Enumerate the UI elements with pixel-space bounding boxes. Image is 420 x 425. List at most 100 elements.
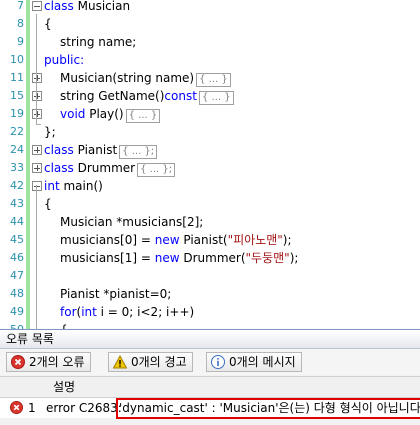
- code-token: );: [282, 233, 292, 247]
- error-list-title: 오류 목록: [6, 332, 54, 346]
- line-number: 44: [10, 215, 24, 228]
- errors-filter-label: 2개의 오류: [29, 355, 85, 369]
- code-text: class Pianist{ ... };: [44, 141, 158, 159]
- error-list-toolbar: 2개의 오류 0개의 경고 0개의 메시지: [0, 349, 420, 375]
- code-token: i = 0; i<2; i++): [96, 305, 195, 319]
- code-keyword: class: [44, 161, 74, 175]
- code-editor[interactable]: 7 class Musician 8{9 string name; 10 public: 1…: [0, 0, 420, 355]
- code-line: 10 public:: [0, 51, 420, 69]
- code-text: {: [44, 195, 52, 213]
- line-number: 10: [10, 53, 24, 66]
- line-number: 8: [17, 17, 24, 30]
- code-text: };: [44, 123, 56, 141]
- code-token: main(): [59, 179, 103, 193]
- code-text: void Play(){ ... }: [60, 105, 161, 123]
- expand-icon[interactable]: [32, 145, 42, 155]
- errors-filter-button[interactable]: 2개의 오류: [6, 352, 91, 372]
- info-icon: [211, 355, 225, 369]
- code-keyword: class: [44, 143, 74, 157]
- code-token: string name;: [60, 35, 137, 49]
- code-text: for(int i = 0; i<2; i++): [60, 303, 194, 321]
- code-token: Musician *musicians[2];: [60, 215, 204, 229]
- collapse-icon[interactable]: [32, 181, 42, 191]
- line-number: 9: [17, 35, 24, 48]
- code-line: 19 void Play(){ ... }: [0, 105, 420, 123]
- line-number: 11: [10, 71, 24, 84]
- fold-guide: [36, 185, 37, 330]
- error-list-title-bar: 오류 목록: [0, 330, 420, 349]
- error-code: error C2683:: [46, 401, 126, 415]
- code-token: Drummer(: [179, 251, 246, 265]
- expand-icon[interactable]: [32, 109, 42, 119]
- line-number: 43: [10, 197, 24, 210]
- code-line: 42 int main(): [0, 177, 420, 195]
- code-token: string GetName(): [60, 89, 165, 103]
- code-token: Drummer: [73, 161, 136, 175]
- error-icon: [10, 401, 23, 414]
- expand-icon[interactable]: [32, 163, 42, 173]
- code-text: int main(): [44, 177, 103, 195]
- code-line: 7 class Musician: [0, 0, 420, 15]
- expand-icon[interactable]: [32, 73, 42, 83]
- error-row-number: 1: [28, 401, 36, 415]
- collapse-icon[interactable]: [32, 1, 42, 11]
- code-token: };: [44, 125, 56, 139]
- fold-guide-end: [36, 124, 41, 125]
- collapsed-region[interactable]: { ... };: [119, 145, 158, 159]
- collapsed-region[interactable]: { ... }: [198, 91, 234, 105]
- line-number: 42: [10, 179, 24, 192]
- code-line: 9 string name;: [0, 33, 420, 51]
- line-number: 19: [10, 107, 24, 120]
- code-line: 48 Pianist *pianist=0;: [0, 285, 420, 303]
- error-icon: [11, 355, 25, 369]
- code-text: musicians[1] = new Drummer("두둥맨");: [60, 249, 298, 267]
- line-number: 49: [10, 305, 24, 318]
- collapsed-region[interactable]: { ... }: [196, 73, 231, 87]
- expand-icon[interactable]: [32, 91, 42, 101]
- line-number: 33: [10, 161, 24, 174]
- code-line: 33 class Drummer{ ... };: [0, 159, 420, 177]
- code-line: 11 Musician(string name){ ... }: [0, 69, 420, 87]
- code-line: 22};: [0, 123, 420, 141]
- description-column-header[interactable]: 설명: [53, 379, 75, 395]
- error-message: 'dynamic_cast' : 'Musician'은(는) 다형 형식이 아…: [116, 398, 420, 419]
- code-line: 8{: [0, 15, 420, 33]
- code-text: Musician(string name){ ... }: [60, 69, 231, 87]
- code-keyword: void: [60, 107, 86, 121]
- collapsed-region[interactable]: { ... };: [137, 163, 176, 177]
- messages-filter-label: 0개의 메시지: [229, 355, 296, 369]
- code-token: Musician: [73, 0, 131, 13]
- fold-guide: [36, 14, 37, 124]
- code-token: Pianist: [73, 143, 118, 157]
- code-line: 44 Musician *musicians[2];: [0, 213, 420, 231]
- code-token: {: [44, 17, 52, 31]
- code-keyword: const: [164, 89, 197, 103]
- code-line: 43 {: [0, 195, 420, 213]
- error-list-panel: 오류 목록 2개의 오류 0개의 경고 0개의 메시지 설명 1 error C…: [0, 330, 420, 425]
- code-token: musicians[1] =: [60, 251, 155, 265]
- line-number: 15: [10, 89, 24, 102]
- warnings-filter-label: 0개의 경고: [131, 355, 187, 369]
- code-text: class Musician: [44, 0, 130, 15]
- messages-filter-button[interactable]: 0개의 메시지: [206, 352, 302, 372]
- code-line: 47: [0, 267, 420, 285]
- code-line: 46 musicians[1] = new Drummer("두둥맨");: [0, 249, 420, 267]
- code-text: {: [44, 15, 52, 33]
- code-string: "두둥맨": [245, 251, 290, 265]
- line-number: 22: [10, 125, 24, 138]
- error-list-header: 설명: [0, 376, 420, 398]
- line-number: 46: [10, 251, 24, 264]
- code-line: 49 for(int i = 0; i<2; i++): [0, 303, 420, 321]
- code-keyword: class: [44, 0, 74, 13]
- line-number: 7: [17, 0, 24, 12]
- code-keyword: for: [60, 305, 77, 319]
- code-line: 15 string GetName()const{ ... }: [0, 87, 420, 105]
- code-keyword: int: [81, 305, 97, 319]
- code-text: Musician *musicians[2];: [60, 213, 203, 231]
- collapsed-region[interactable]: { ... }: [125, 109, 161, 123]
- code-text: public:: [44, 51, 84, 69]
- code-keyword: int: [44, 179, 60, 193]
- warnings-filter-button[interactable]: 0개의 경고: [108, 352, 193, 372]
- code-line: 24 class Pianist{ ... };: [0, 141, 420, 159]
- error-row[interactable]: 1 error C2683: 'dynamic_cast' : 'Musicia…: [0, 398, 420, 419]
